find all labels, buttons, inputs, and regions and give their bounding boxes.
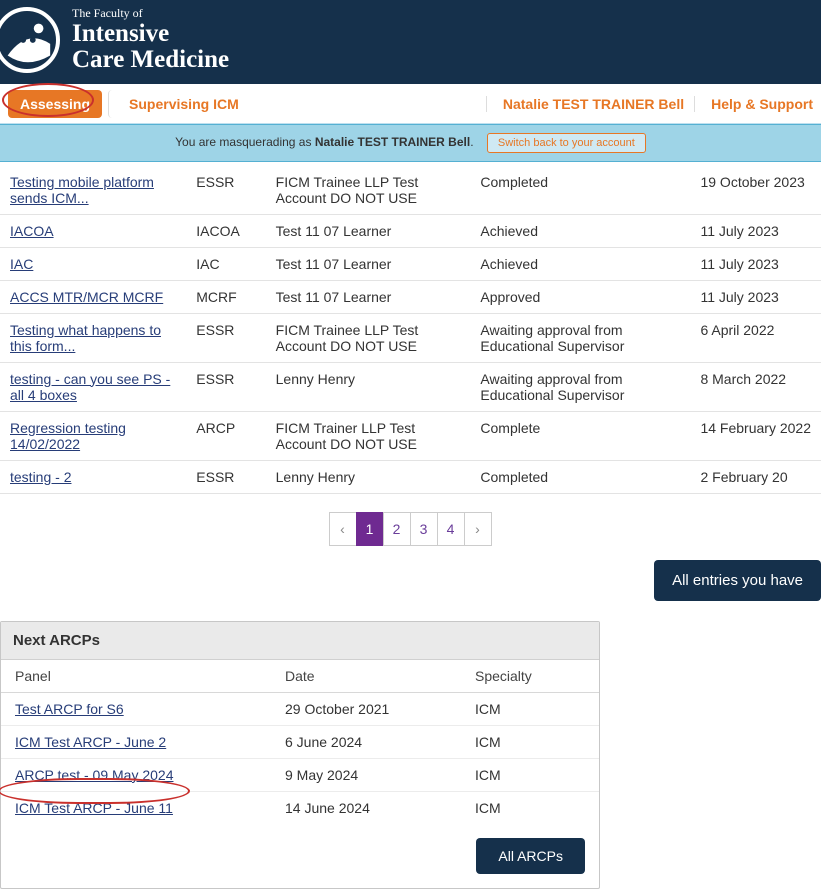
entry-date: 2 February 20 xyxy=(690,460,821,493)
table-row: Testing what happens to this form... ESSR… xyxy=(0,313,821,362)
pager-page-4[interactable]: 4 xyxy=(437,512,465,546)
arcp-panel-link[interactable]: Test ARCP for S6 xyxy=(15,701,124,717)
next-arcps-panel: Next ARCPs Panel Date Specialty Test ARC… xyxy=(0,621,600,889)
table-row: Testing mobile platform sends ICM... ESSR… xyxy=(0,166,821,215)
entry-status: Achieved xyxy=(470,247,690,280)
pagination: ‹ 1234 › xyxy=(0,512,821,546)
entry-date: 19 October 2023 xyxy=(690,166,821,215)
arcp-row: ARCP test - 09 May 2024 9 May 2024ICM xyxy=(1,758,599,791)
arcp-spec: ICM xyxy=(461,791,599,824)
entry-status: Complete xyxy=(470,411,690,460)
arcp-col-panel: Panel xyxy=(1,660,271,693)
entry-type: IACOA xyxy=(186,214,265,247)
entry-date: 11 July 2023 xyxy=(690,280,821,313)
entry-status: Awaiting approval from Educational Super… xyxy=(470,313,690,362)
switch-back-button[interactable]: Switch back to your account xyxy=(487,133,646,153)
logo-prefix: The Faculty of xyxy=(72,6,229,21)
entry-title-link[interactable]: Testing what happens to this form... xyxy=(10,322,161,354)
arcp-row: Test ARCP for S6 29 October 2021ICM xyxy=(1,692,599,725)
all-arcps-button[interactable]: All ARCPs xyxy=(476,838,585,874)
entry-date: 11 July 2023 xyxy=(690,247,821,280)
arcp-date: 14 June 2024 xyxy=(271,791,461,824)
entry-title-link[interactable]: IAC xyxy=(10,256,33,272)
arcp-panel-link[interactable]: ICM Test ARCP - June 11 xyxy=(15,800,173,816)
masq-suffix: . xyxy=(470,135,473,149)
entry-type: ESSR xyxy=(186,313,265,362)
entry-type: IAC xyxy=(186,247,265,280)
entry-type: ESSR xyxy=(186,362,265,411)
masq-who: Natalie TEST TRAINER Bell xyxy=(315,135,470,149)
entry-date: 11 July 2023 xyxy=(690,214,821,247)
entry-title-link[interactable]: IACOA xyxy=(10,223,54,239)
table-row: ACCS MTR/MCR MCRF MCRFTest 11 07 LearnerA… xyxy=(0,280,821,313)
logo-line1: Intensive xyxy=(72,21,229,47)
arcp-spec: ICM xyxy=(461,725,599,758)
entries-table: Testing mobile platform sends ICM... ESSR… xyxy=(0,166,821,494)
entry-status: Achieved xyxy=(470,214,690,247)
entry-type: ESSR xyxy=(186,460,265,493)
nav-supervising[interactable]: Supervising ICM xyxy=(108,90,251,118)
table-row: IACIACTest 11 07 LearnerAchieved11 July … xyxy=(0,247,821,280)
arcp-spec: ICM xyxy=(461,758,599,791)
entry-status: Completed xyxy=(470,166,690,215)
entry-status: Approved xyxy=(470,280,690,313)
entry-learner: Lenny Henry xyxy=(266,362,471,411)
entry-type: ESSR xyxy=(186,166,265,215)
arcp-panel-title: Next ARCPs xyxy=(1,622,599,660)
ficm-logo-icon xyxy=(0,7,60,73)
table-row: Regression testing 14/02/2022 ARCPFICM Tr… xyxy=(0,411,821,460)
arcp-date: 6 June 2024 xyxy=(271,725,461,758)
entry-learner: FICM Trainer LLP Test Account DO NOT USE xyxy=(266,411,471,460)
entry-date: 8 March 2022 xyxy=(690,362,821,411)
entry-learner: Lenny Henry xyxy=(266,460,471,493)
masquerade-bar: You are masquerading as Natalie TEST TRA… xyxy=(0,124,821,162)
nav-assessing[interactable]: Assessing xyxy=(8,90,102,118)
arcp-row: ICM Test ARCP - June 11 14 June 2024ICM xyxy=(1,791,599,824)
entry-type: MCRF xyxy=(186,280,265,313)
pager-prev[interactable]: ‹ xyxy=(329,512,357,546)
nav-help[interactable]: Help & Support xyxy=(694,96,813,112)
pager-next[interactable]: › xyxy=(464,512,492,546)
arcp-col-date: Date xyxy=(271,660,461,693)
logo-line2: Care Medicine xyxy=(72,47,229,73)
entry-learner: Test 11 07 Learner xyxy=(266,214,471,247)
table-row: testing - 2 ESSRLenny HenryCompleted2 Feb… xyxy=(0,460,821,493)
entry-title-link[interactable]: Testing mobile platform sends ICM... xyxy=(10,174,154,206)
entry-title-link[interactable]: ACCS MTR/MCR MCRF xyxy=(10,289,163,305)
entry-date: 6 April 2022 xyxy=(690,313,821,362)
entry-date: 14 February 2022 xyxy=(690,411,821,460)
entry-type: ARCP xyxy=(186,411,265,460)
app-header: The Faculty of Intensive Care Medicine xyxy=(0,0,821,84)
pager-page-3[interactable]: 3 xyxy=(410,512,438,546)
arcp-date: 9 May 2024 xyxy=(271,758,461,791)
top-nav: Assessing Supervising ICM Natalie TEST T… xyxy=(0,84,821,124)
logo: The Faculty of Intensive Care Medicine xyxy=(0,6,229,74)
pager-page-2[interactable]: 2 xyxy=(383,512,411,546)
masq-prefix: You are masquerading as xyxy=(175,135,315,149)
entry-learner: Test 11 07 Learner xyxy=(266,247,471,280)
arcp-panel-link[interactable]: ARCP test - 09 May 2024 xyxy=(15,767,173,783)
arcp-row: ICM Test ARCP - June 2 6 June 2024ICM xyxy=(1,725,599,758)
entry-learner: Test 11 07 Learner xyxy=(266,280,471,313)
entry-learner: FICM Trainee LLP Test Account DO NOT USE xyxy=(266,313,471,362)
pager-page-1[interactable]: 1 xyxy=(356,512,384,546)
entry-status: Completed xyxy=(470,460,690,493)
entry-learner: FICM Trainee LLP Test Account DO NOT USE xyxy=(266,166,471,215)
arcp-panel-link[interactable]: ICM Test ARCP - June 2 xyxy=(15,734,166,750)
entry-title-link[interactable]: Regression testing 14/02/2022 xyxy=(10,420,126,452)
arcp-date: 29 October 2021 xyxy=(271,692,461,725)
entry-title-link[interactable]: testing - 2 xyxy=(10,469,71,485)
table-row: IACOAIACOATest 11 07 LearnerAchieved11 J… xyxy=(0,214,821,247)
arcp-table: Panel Date Specialty Test ARCP for S6 29 … xyxy=(1,660,599,824)
nav-user-name[interactable]: Natalie TEST TRAINER Bell xyxy=(486,96,684,112)
entry-status: Awaiting approval from Educational Super… xyxy=(470,362,690,411)
all-entries-button[interactable]: All entries you have xyxy=(654,560,821,601)
table-row: testing - can you see PS - all 4 boxes ES… xyxy=(0,362,821,411)
arcp-col-spec: Specialty xyxy=(461,660,599,693)
entry-title-link[interactable]: testing - can you see PS - all 4 boxes xyxy=(10,371,170,403)
arcp-spec: ICM xyxy=(461,692,599,725)
